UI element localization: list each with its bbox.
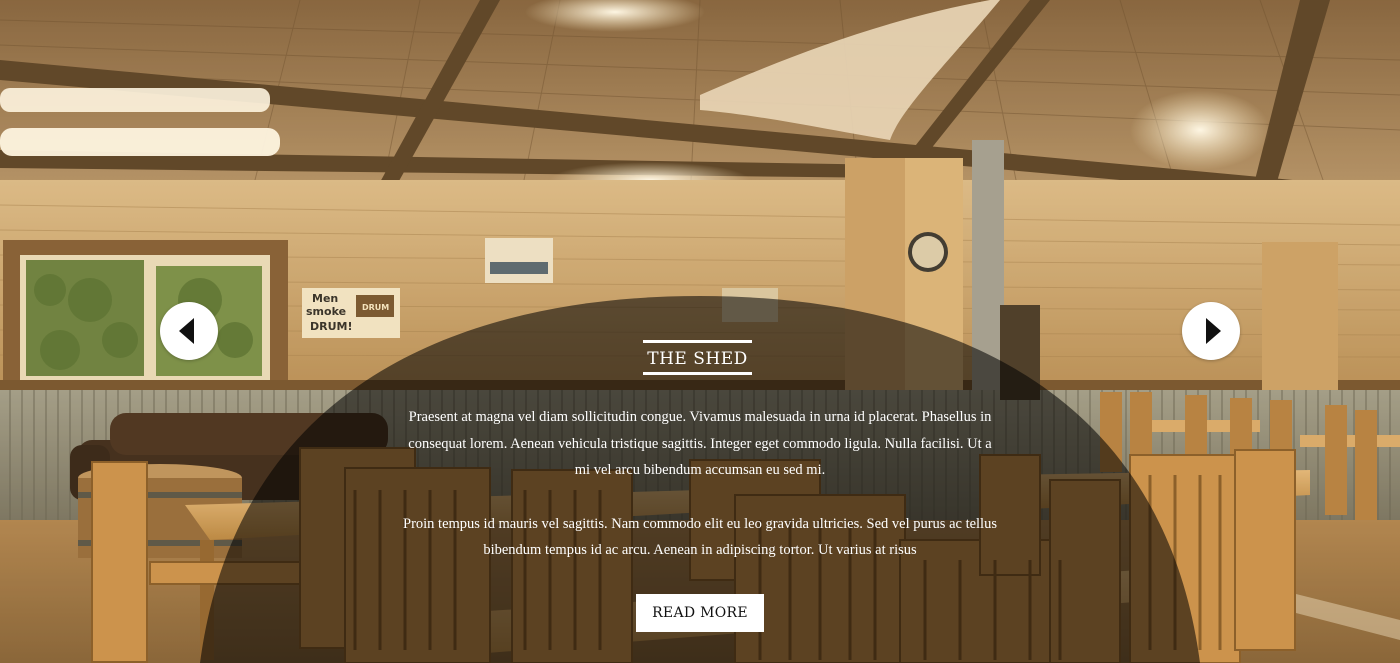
slide-description-paragraph: Proin tempus id mauris vel sagittis. Nam… <box>403 515 997 559</box>
slide-caption: THE SHED Praesent at magna vel diam soll… <box>400 340 1000 564</box>
arrow-left-icon <box>179 318 194 344</box>
prev-slide-button[interactable] <box>160 302 218 360</box>
hero-slider: Men smoke DRUM! DRUM THE SHED Praesent a… <box>0 0 1400 663</box>
read-more-button[interactable]: READ MORE <box>636 594 764 632</box>
arrow-right-icon <box>1206 318 1221 344</box>
next-slide-button[interactable] <box>1182 302 1240 360</box>
slide-description-paragraph: Praesent at magna vel diam sollicitudin … <box>408 409 992 478</box>
slide-title: THE SHED <box>643 340 752 375</box>
